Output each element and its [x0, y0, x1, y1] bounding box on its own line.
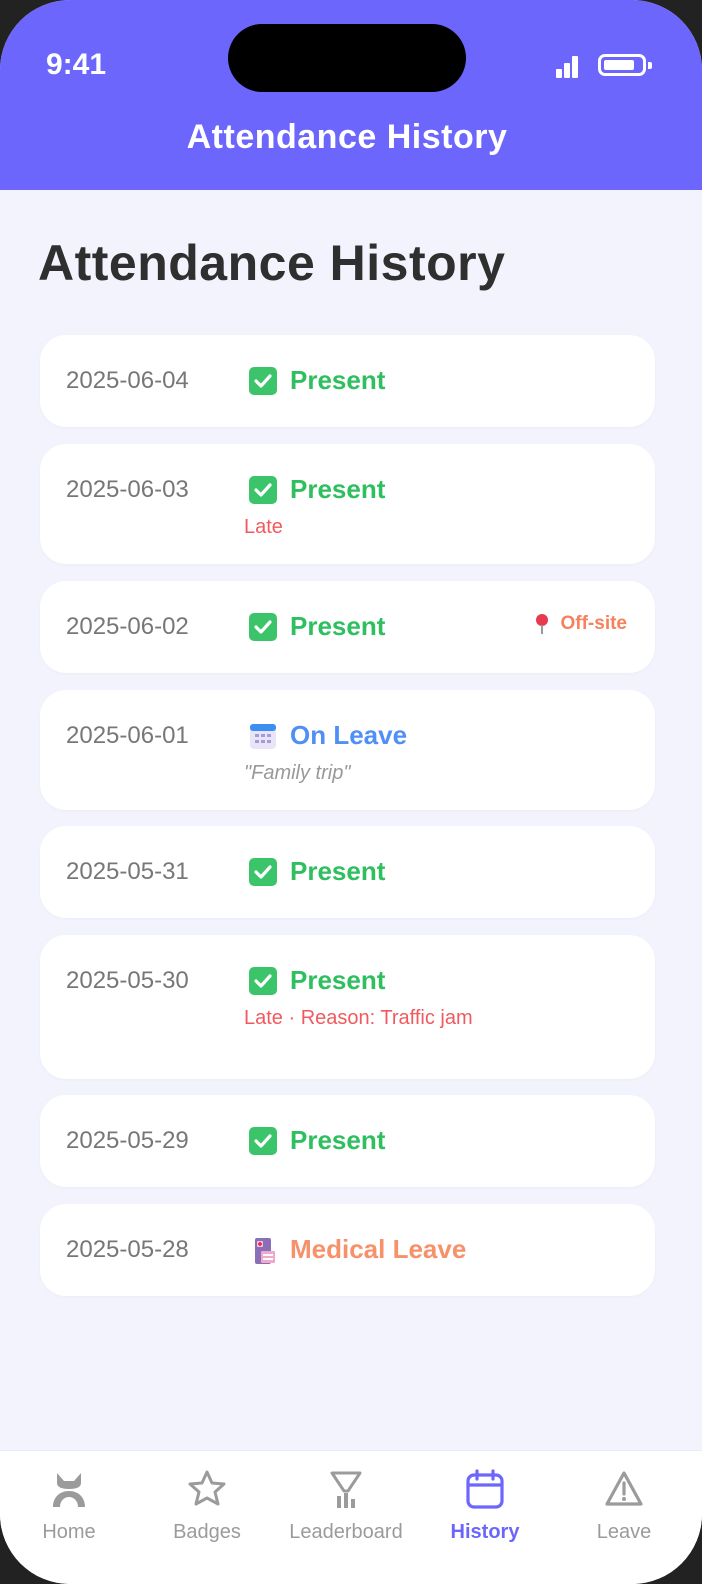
check-icon	[248, 1126, 278, 1156]
check-icon	[248, 612, 278, 642]
trophy-icon	[330, 1471, 362, 1508]
tab-label: Leaderboard	[289, 1521, 403, 1543]
tab-leave[interactable]: Leave	[559, 1469, 689, 1544]
check-icon	[248, 857, 278, 887]
record-status: Present	[248, 965, 385, 996]
status-label: Medical Leave	[290, 1234, 467, 1264]
check-icon	[248, 966, 278, 996]
record-status: Present	[248, 365, 385, 396]
status-label: Present	[290, 856, 386, 886]
battery-icon	[598, 54, 652, 76]
status-label: Present	[290, 611, 386, 641]
status-label: Present	[290, 474, 386, 504]
leave-note: "Family trip"	[244, 762, 351, 784]
tab-home[interactable]: Home	[4, 1469, 134, 1544]
home-icon	[53, 1473, 85, 1507]
calendar-icon	[466, 1469, 504, 1509]
offsite-badge: Off-site	[533, 613, 628, 635]
signal-icon	[556, 54, 580, 78]
record-date: 2025-06-03	[66, 476, 189, 503]
bottom-tab-bar: Home Badges Leaderboard History Leave	[0, 1450, 702, 1584]
page-title: Attendance History	[38, 235, 506, 291]
status-label: Present	[290, 365, 386, 395]
record-date: 2025-05-30	[66, 967, 189, 994]
status-time: 9:41	[46, 48, 107, 81]
record-status: Present	[248, 611, 385, 642]
tab-leaderboard[interactable]: Leaderboard	[281, 1469, 411, 1544]
attendance-record[interactable]: 2025-05-28 Medical Leave	[40, 1204, 655, 1296]
pin-icon	[533, 613, 551, 635]
record-date: 2025-06-02	[66, 613, 189, 640]
record-date: 2025-05-28	[66, 1236, 189, 1263]
tab-label: Leave	[596, 1521, 652, 1543]
record-status: On Leave	[248, 720, 407, 751]
tab-label: History	[450, 1521, 520, 1543]
record-date: 2025-06-04	[66, 367, 189, 394]
attendance-record[interactable]: 2025-06-02 Present Off-site	[40, 581, 655, 673]
attendance-record[interactable]: 2025-05-30 Present Late · Reason: Traffi…	[40, 935, 655, 1079]
record-status: Medical Leave	[248, 1234, 466, 1265]
phone-screen: 9:41 Attendance History Attendance Histo…	[0, 0, 702, 1584]
record-status: Present	[248, 474, 385, 505]
dynamic-island	[228, 24, 466, 92]
record-status: Present	[248, 1125, 385, 1156]
record-date: 2025-05-29	[66, 1127, 189, 1154]
attendance-record[interactable]: 2025-05-29 Present	[40, 1095, 655, 1187]
status-label: Present	[290, 1125, 386, 1155]
status-label: On Leave	[290, 720, 408, 750]
app-header: 9:41 Attendance History	[0, 0, 702, 190]
record-date: 2025-05-31	[66, 858, 189, 885]
header-title: Attendance History	[186, 118, 508, 156]
attendance-record[interactable]: 2025-06-03 Present Late	[40, 444, 655, 564]
attendance-record[interactable]: 2025-05-31 Present	[40, 826, 655, 918]
tab-badges[interactable]: Badges	[142, 1469, 272, 1544]
late-note: Late · Reason: Traffic jam	[244, 1007, 473, 1029]
tab-label: Badges	[173, 1521, 241, 1543]
record-date: 2025-06-01	[66, 722, 189, 749]
offsite-label: Off-site	[560, 613, 628, 634]
status-label: Present	[290, 965, 386, 995]
star-icon	[188, 1470, 226, 1506]
record-status: Present	[248, 856, 385, 887]
tab-label: Home	[42, 1521, 96, 1543]
calendar-icon	[248, 721, 278, 751]
tab-history[interactable]: History	[420, 1469, 550, 1544]
hospital-icon	[248, 1235, 278, 1265]
check-icon	[248, 475, 278, 505]
attendance-record[interactable]: 2025-06-01 On Leave "Family trip"	[40, 690, 655, 810]
late-note: Late	[244, 516, 283, 538]
attendance-record[interactable]: 2025-06-04 Present	[40, 335, 655, 427]
warning-icon	[605, 1471, 643, 1506]
check-icon	[248, 366, 278, 396]
